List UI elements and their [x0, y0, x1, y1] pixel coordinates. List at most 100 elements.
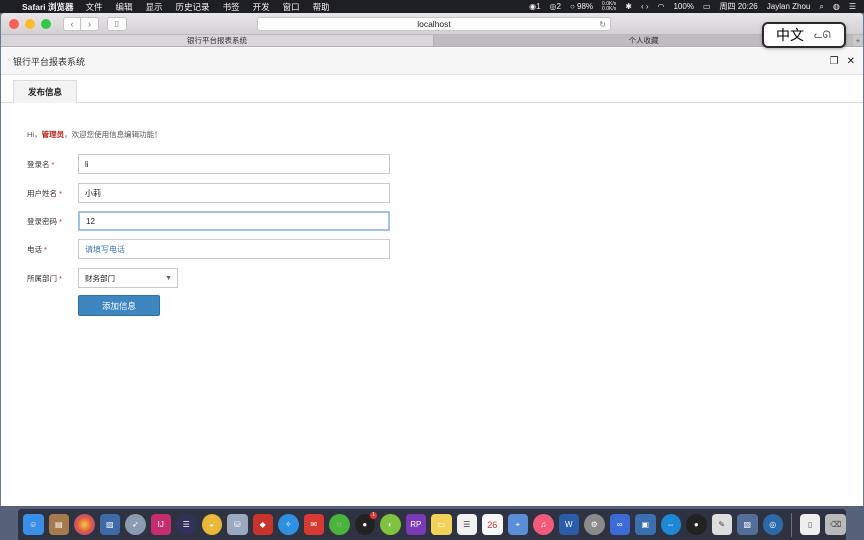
page-header: 银行平台报表系统 ❐ ✕	[1, 48, 863, 75]
greeting-suffix: ，欢迎您使用信息编辑功能！	[64, 130, 162, 139]
login-input[interactable]	[78, 154, 390, 174]
back-button[interactable]: ‹	[63, 16, 81, 31]
department-label-text: 所属部门	[27, 273, 57, 283]
net-down: 0.0K/s	[602, 5, 617, 12]
menu-help[interactable]: 帮助	[313, 1, 330, 13]
quicktime-icon[interactable]: ◎	[762, 514, 783, 535]
phone-label: 电话 *	[27, 244, 78, 255]
textedit-icon[interactable]: ✎	[711, 514, 732, 535]
fullscreen-window-button[interactable]	[41, 18, 51, 29]
minimize-window-button[interactable]	[25, 18, 35, 29]
maps-icon[interactable]: ⌖	[507, 514, 528, 535]
address-text: localhost	[417, 19, 451, 29]
clock[interactable]: 周四 20:26	[720, 1, 758, 12]
battery-value[interactable]: 100%	[673, 2, 693, 11]
calendar-icon[interactable]: 26	[482, 514, 503, 535]
launchpad-icon[interactable]: ➶	[125, 514, 146, 535]
axure-icon[interactable]: RP	[405, 514, 426, 535]
browser-green-icon[interactable]: ◐	[380, 514, 401, 535]
notification-center-icon[interactable]: ☰	[849, 2, 856, 11]
sidebar-toggle-button[interactable]: ▯	[107, 16, 127, 31]
siri-icon[interactable]: ◍	[833, 2, 840, 11]
name-row: 用户姓名 *	[27, 183, 390, 203]
spotlight-search-icon[interactable]: ⌕	[819, 2, 823, 12]
qq-icon[interactable]: ● 1	[354, 512, 377, 535]
password-input[interactable]	[78, 211, 390, 231]
status-area: ◉1 ◎2 ○ 98% 0.0K/s 0.0K/s ✱ ‹ › ◠ 100% ▭ …	[529, 1, 864, 12]
trash-icon[interactable]: ⌫	[825, 514, 846, 535]
battery-ring-icon[interactable]: ○ 98%	[570, 2, 593, 11]
phone-input[interactable]	[78, 239, 390, 259]
reload-icon[interactable]: ↻	[599, 20, 606, 29]
tab-publish-info[interactable]: 发布信息	[13, 80, 77, 103]
name-label-text: 用户姓名	[27, 188, 57, 198]
finder-icon[interactable]: ☺	[23, 514, 44, 535]
menu-develop[interactable]: 开发	[253, 1, 270, 13]
login-row: 登录名 *	[27, 154, 390, 174]
photos-icon[interactable]	[74, 514, 95, 535]
qq-second-icon[interactable]: ●	[686, 514, 707, 535]
close-window-button[interactable]	[9, 18, 19, 29]
dock: ☺ ▤ ▨ ➶ IJ ☰ ◒ ⛁ ◆ ✧ ✉ ◌ ● 1 ◐ RP ▭ ☰ 26 …	[18, 509, 846, 540]
virtualbox-icon[interactable]: ▣	[635, 514, 656, 535]
greeting-prefix: Hi，	[27, 130, 42, 139]
eclipse-icon[interactable]: ☰	[176, 514, 197, 535]
axure-label: RP	[410, 520, 422, 529]
menu-bookmarks[interactable]: 书签	[223, 1, 240, 13]
ime-mascot-icon: ᓚᘏ	[814, 29, 831, 41]
browser-tab-report-system[interactable]: 银行平台报表系统	[1, 35, 434, 46]
chevron-down-icon: ▼	[165, 274, 172, 282]
battery-ring-value: 98%	[577, 2, 594, 11]
notes-app-icon[interactable]: ▤	[48, 514, 69, 535]
screenshot-icon[interactable]: ▧	[737, 514, 758, 535]
baidu-netdisk-icon[interactable]: ∞	[609, 514, 630, 535]
department-select[interactable]: 财务部门 ▼	[78, 268, 178, 288]
address-bar[interactable]: localhost ↻	[257, 17, 611, 31]
stickies-icon[interactable]: ▭	[431, 514, 452, 535]
user-name[interactable]: Jaylan Zhou	[767, 2, 811, 11]
wechat-icon[interactable]: ◌	[329, 514, 350, 535]
new-tab-icon[interactable]: +	[853, 35, 863, 46]
menu-file[interactable]: 文件	[86, 1, 103, 13]
music-icon[interactable]: ♫	[533, 514, 554, 535]
password-row: 登录密码 *	[27, 211, 390, 231]
reminders-icon[interactable]: ☰	[456, 514, 477, 535]
qq-status-icon[interactable]: ◎2	[550, 2, 561, 11]
teamviewer-icon[interactable]: ⇔	[660, 514, 681, 535]
qq-count: 2	[556, 2, 561, 11]
word-icon[interactable]: W	[558, 514, 579, 535]
restore-icon[interactable]: ❐	[830, 56, 839, 67]
bluetooth-icon[interactable]: ✱	[625, 2, 632, 11]
menu-history[interactable]: 历史记录	[176, 1, 210, 13]
forward-button[interactable]: ›	[81, 16, 99, 31]
system-preferences-icon[interactable]: ⚙	[584, 514, 605, 535]
wifi-icon[interactable]: ◠	[658, 2, 665, 11]
menu-app-name[interactable]: Safari 浏览器	[22, 1, 74, 13]
name-label: 用户姓名 *	[27, 188, 78, 199]
mail-app-icon[interactable]: ✉	[303, 514, 324, 535]
safari-icon[interactable]: ✧	[278, 514, 299, 535]
wechat-status-icon[interactable]: ◉1	[529, 2, 540, 11]
cyberduck-icon[interactable]: ◒	[201, 514, 222, 535]
calendar-day: 26	[487, 519, 498, 530]
menu-view[interactable]: 显示	[146, 1, 163, 13]
intellij-icon[interactable]: IJ	[150, 514, 171, 535]
battery-icon: ▭	[702, 2, 711, 11]
name-input[interactable]	[78, 183, 390, 203]
menu-window[interactable]: 窗口	[283, 1, 300, 13]
database-icon[interactable]: ⛁	[227, 514, 248, 535]
phone-row: 电话 *	[27, 239, 390, 259]
menu-edit[interactable]: 编辑	[116, 1, 133, 13]
login-label: 登录名 *	[27, 159, 78, 170]
required-mark: *	[59, 188, 62, 198]
close-icon[interactable]: ✕	[847, 56, 855, 67]
safari-window: ‹ › ▯ localhost ↻ 银行平台报表系统 个人收藏 + 银行平台报表…	[1, 13, 863, 506]
department-label: 所属部门 *	[27, 273, 78, 284]
add-info-button[interactable]: 添加信息	[78, 295, 160, 316]
preview-icon[interactable]: ▨	[99, 514, 120, 535]
code-icon[interactable]: ‹ ›	[641, 2, 649, 11]
document-icon[interactable]: ▯	[799, 514, 821, 535]
required-mark: *	[59, 216, 62, 226]
required-mark: *	[44, 244, 47, 254]
redis-icon[interactable]: ◆	[252, 514, 273, 535]
